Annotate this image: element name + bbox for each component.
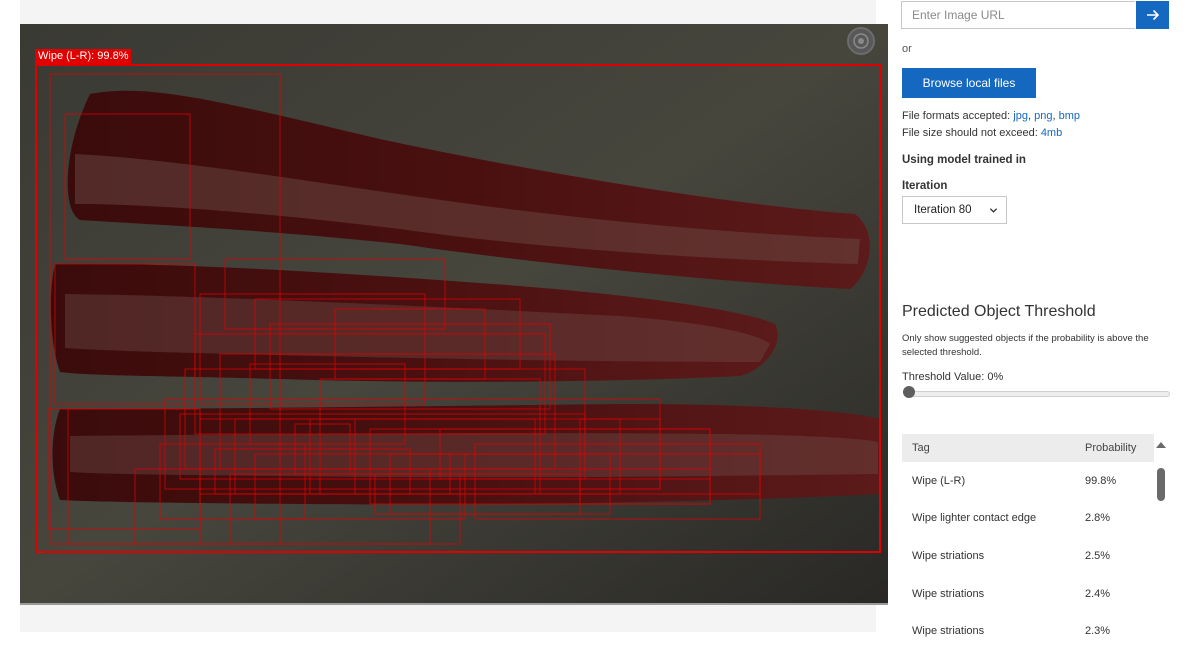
tag-cell: Wipe striations [912,549,985,562]
table-row[interactable]: Wipe striations 2.5% [902,537,1154,575]
probability-cell: 2.3% [1085,625,1111,638]
table-row[interactable]: Wipe (L-R) 99.8% [902,462,1154,500]
settings-panel: or Browse local files File formats accep… [900,0,1200,651]
file-size-info: File size should not exceed: 4mb [902,127,1062,139]
format-jpg-link[interactable]: jpg [1013,110,1028,122]
iteration-select[interactable]: Iteration 80 [902,196,1007,224]
threshold-description: Only show suggested objects if the proba… [902,333,1149,358]
table-scrollbar-thumb[interactable] [1157,468,1165,501]
table-row[interactable]: Wipe lighter contact edge 2.8% [902,500,1154,538]
arrow-right-icon [1146,9,1159,21]
focus-target-icon [853,33,869,49]
table-row[interactable]: Wipe striations 2.4% [902,575,1154,613]
top-detection-box [35,64,881,553]
iteration-value: Iteration 80 [914,204,972,216]
tag-cell: Wipe (L-R) [912,474,966,487]
probability-cell: 2.5% [1085,549,1111,562]
threshold-value-label: Threshold Value: 0% [902,371,1004,383]
file-size-label: File size should not exceed: [902,127,1038,139]
tag-cell: Wipe striations [912,625,985,638]
tag-cell: Wipe striations [912,587,985,600]
iteration-label: Iteration [902,180,948,192]
model-trained-label: Using model trained in [902,154,1026,166]
threshold-slider-thumb[interactable] [903,386,915,398]
format-bmp-link[interactable]: bmp [1059,110,1080,122]
browse-local-files-button[interactable]: Browse local files [902,68,1036,98]
probability-column-header: Probability [1085,442,1137,454]
size-limit-link[interactable]: 4mb [1041,127,1062,139]
tag-column-header: Tag [912,442,930,454]
tag-probability-table: Tag Probability Wipe (L-R) 99.8% Wipe li… [902,434,1154,651]
table-header: Tag Probability [902,434,1154,462]
file-formats-info: File formats accepted: jpg, png, bmp [902,110,1080,122]
zoom-button[interactable] [847,27,875,55]
tag-cell: Wipe lighter contact edge [912,512,1037,525]
probability-cell: 99.8% [1085,474,1117,487]
image-url-input[interactable] [901,1,1135,29]
format-png-link[interactable]: png [1034,110,1052,122]
chevron-down-icon [989,208,998,213]
threshold-slider-track[interactable] [908,391,1170,397]
top-detection-label: Wipe (L-R): 99.8% [35,49,132,64]
scroll-up-icon[interactable] [1155,439,1167,451]
or-separator: or [902,43,912,55]
submit-url-button[interactable] [1136,1,1169,29]
probability-cell: 2.4% [1085,587,1111,600]
probability-cell: 2.8% [1085,512,1111,525]
prediction-image-frame: Wipe (L-R): 99.8% [20,24,888,603]
threshold-title: Predicted Object Threshold [902,303,1096,320]
table-row[interactable]: Wipe striations 2.3% [902,612,1154,650]
file-formats-label: File formats accepted: [902,110,1011,122]
